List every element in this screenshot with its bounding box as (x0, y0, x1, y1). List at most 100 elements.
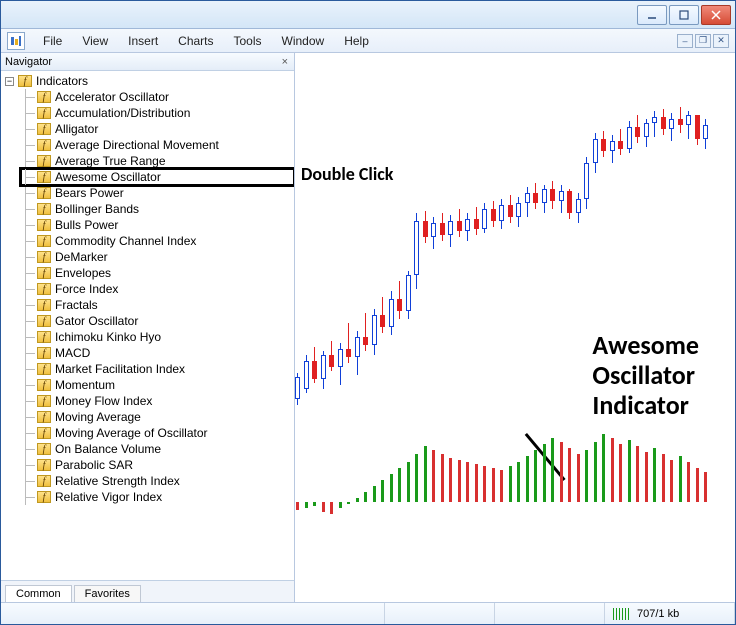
indicator-fx-icon: f (37, 443, 51, 455)
status-cell-2 (385, 603, 495, 624)
indicator-item[interactable]: fAccelerator Oscillator (21, 89, 294, 105)
indicator-item[interactable]: f Alligator (21, 121, 294, 137)
indicator-item[interactable]: f On Balance Volume (21, 441, 294, 457)
indicator-item[interactable]: f MACD (21, 345, 294, 361)
indicator-label: Average True Range (55, 154, 166, 168)
indicator-fx-icon: f (37, 219, 51, 231)
indicator-label: Bulls Power (55, 218, 118, 232)
navigator-header: Navigator × (1, 53, 294, 71)
menu-charts[interactable]: Charts (168, 29, 223, 53)
indicator-item[interactable]: fAverage Directional Movement (21, 137, 294, 153)
mt-icon (10, 35, 22, 47)
navigator-close-button[interactable]: × (280, 56, 290, 68)
indicator-item[interactable]: f Fractals (21, 297, 294, 313)
menu-window[interactable]: Window (272, 29, 335, 53)
indicator-label: Market Facilitation Index (55, 362, 185, 376)
app-window: File View Insert Charts Tools Window Hel… (0, 0, 736, 625)
menu-view[interactable]: View (72, 29, 118, 53)
window-close-button[interactable] (701, 5, 731, 25)
indicator-item[interactable]: fBollinger Bands (21, 201, 294, 217)
close-icon (711, 10, 721, 20)
indicator-item[interactable]: fAccumulation/Distribution (21, 105, 294, 121)
indicator-fx-icon: f (37, 379, 51, 391)
status-cell-3 (495, 603, 605, 624)
indicator-item[interactable]: f Moving Average (21, 409, 294, 425)
tree-collapse-icon[interactable]: − (5, 77, 14, 86)
navigator-tree[interactable]: − f Indicators fAccelerator OscillatorfA… (1, 71, 294, 580)
indicator-label: Gator Oscillator (55, 314, 138, 328)
mdi-restore-button[interactable]: ❐ (695, 34, 711, 48)
mdi-close-button[interactable]: ✕ (713, 34, 729, 48)
indicator-item[interactable]: f Momentum (21, 377, 294, 393)
indicator-item[interactable]: f Relative Vigor Index (21, 489, 294, 505)
maximize-icon (679, 10, 689, 20)
menu-help[interactable]: Help (334, 29, 379, 53)
indicator-item[interactable]: fRelative Strength Index (21, 473, 294, 489)
indicator-item[interactable]: f Money Flow Index (21, 393, 294, 409)
window-minimize-button[interactable] (637, 5, 667, 25)
indicator-fx-icon: f (37, 187, 51, 199)
indicator-fx-icon: f (37, 363, 51, 375)
app-icon (7, 32, 25, 50)
status-connection: 707/1 kb (605, 603, 735, 624)
indicator-item[interactable]: fEnvelopes (21, 265, 294, 281)
navigator-panel: Navigator × − f Indicators fAccelerator … (1, 53, 295, 602)
indicator-item[interactable]: fForce Index (21, 281, 294, 297)
indicator-fx-icon: f (37, 283, 51, 295)
menu-insert[interactable]: Insert (118, 29, 168, 53)
indicator-fx-icon: f (37, 203, 51, 215)
awesome-oscillator-chart (295, 412, 725, 542)
tab-favorites[interactable]: Favorites (74, 585, 141, 602)
indicator-label: Fractals (55, 298, 98, 312)
tab-common[interactable]: Common (5, 585, 72, 602)
indicator-fx-icon: f (37, 267, 51, 279)
indicator-label: Average Directional Movement (55, 138, 219, 152)
navigator-title: Navigator (5, 56, 52, 68)
menu-file[interactable]: File (33, 29, 72, 53)
indicator-label: Accumulation/Distribution (55, 106, 190, 120)
indicator-fx-icon: f (37, 491, 51, 503)
indicator-fx-icon: f (37, 459, 51, 471)
indicator-item[interactable]: fCommodity Channel Index (21, 233, 294, 249)
main-area: Navigator × − f Indicators fAccelerator … (1, 53, 735, 602)
indicator-label: MACD (55, 346, 90, 360)
indicator-item[interactable]: f Market Facilitation Index (21, 361, 294, 377)
indicator-item[interactable]: f DeMarker (21, 249, 294, 265)
tree-root-indicators[interactable]: − f Indicators (5, 73, 294, 89)
indicator-fx-icon: f (37, 331, 51, 343)
window-maximize-button[interactable] (669, 5, 699, 25)
menu-tools[interactable]: Tools (224, 29, 272, 53)
indicator-label: DeMarker (55, 250, 108, 264)
chart-area[interactable]: Double Click Awesome Oscillator Indicato… (295, 53, 735, 602)
indicator-item[interactable]: fMoving Average of Oscillator (21, 425, 294, 441)
statusbar: 707/1 kb (1, 602, 735, 624)
indicator-label: Money Flow Index (55, 394, 152, 408)
indicator-label: Momentum (55, 378, 115, 392)
indicator-label: Parabolic SAR (55, 458, 133, 472)
indicator-label: Alligator (55, 122, 98, 136)
indicator-label: Relative Strength Index (55, 474, 180, 488)
indicator-item[interactable]: fAverage True Range (21, 153, 294, 169)
indicator-fx-icon: f (37, 395, 51, 407)
indicator-item[interactable]: fGator Oscillator (21, 313, 294, 329)
indicator-fx-icon: f (37, 411, 51, 423)
indicator-label: On Balance Volume (55, 442, 161, 456)
indicator-fx-icon: f (37, 91, 51, 103)
indicator-label: Moving Average (55, 410, 141, 424)
indicator-item[interactable]: fIchimoku Kinko Hyo (21, 329, 294, 345)
menubar: File View Insert Charts Tools Window Hel… (1, 29, 735, 53)
indicator-item[interactable]: f Parabolic SAR (21, 457, 294, 473)
indicator-list: fAccelerator OscillatorfAccumulation/Dis… (5, 89, 294, 505)
indicator-item[interactable]: f Bulls Power (21, 217, 294, 233)
connection-icon (613, 608, 631, 620)
indicator-item[interactable]: fAwesome Oscillator (21, 169, 294, 185)
indicator-label: Relative Vigor Index (55, 490, 162, 504)
indicator-fx-icon: f (37, 347, 51, 359)
indicator-label: Bears Power (55, 186, 124, 200)
indicator-fx-icon: f (37, 123, 51, 135)
indicator-item[interactable]: f Bears Power (21, 185, 294, 201)
indicator-fx-icon: f (37, 251, 51, 263)
folder-fx-icon: f (18, 75, 32, 87)
indicator-fx-icon: f (37, 299, 51, 311)
mdi-minimize-button[interactable]: ‒ (677, 34, 693, 48)
